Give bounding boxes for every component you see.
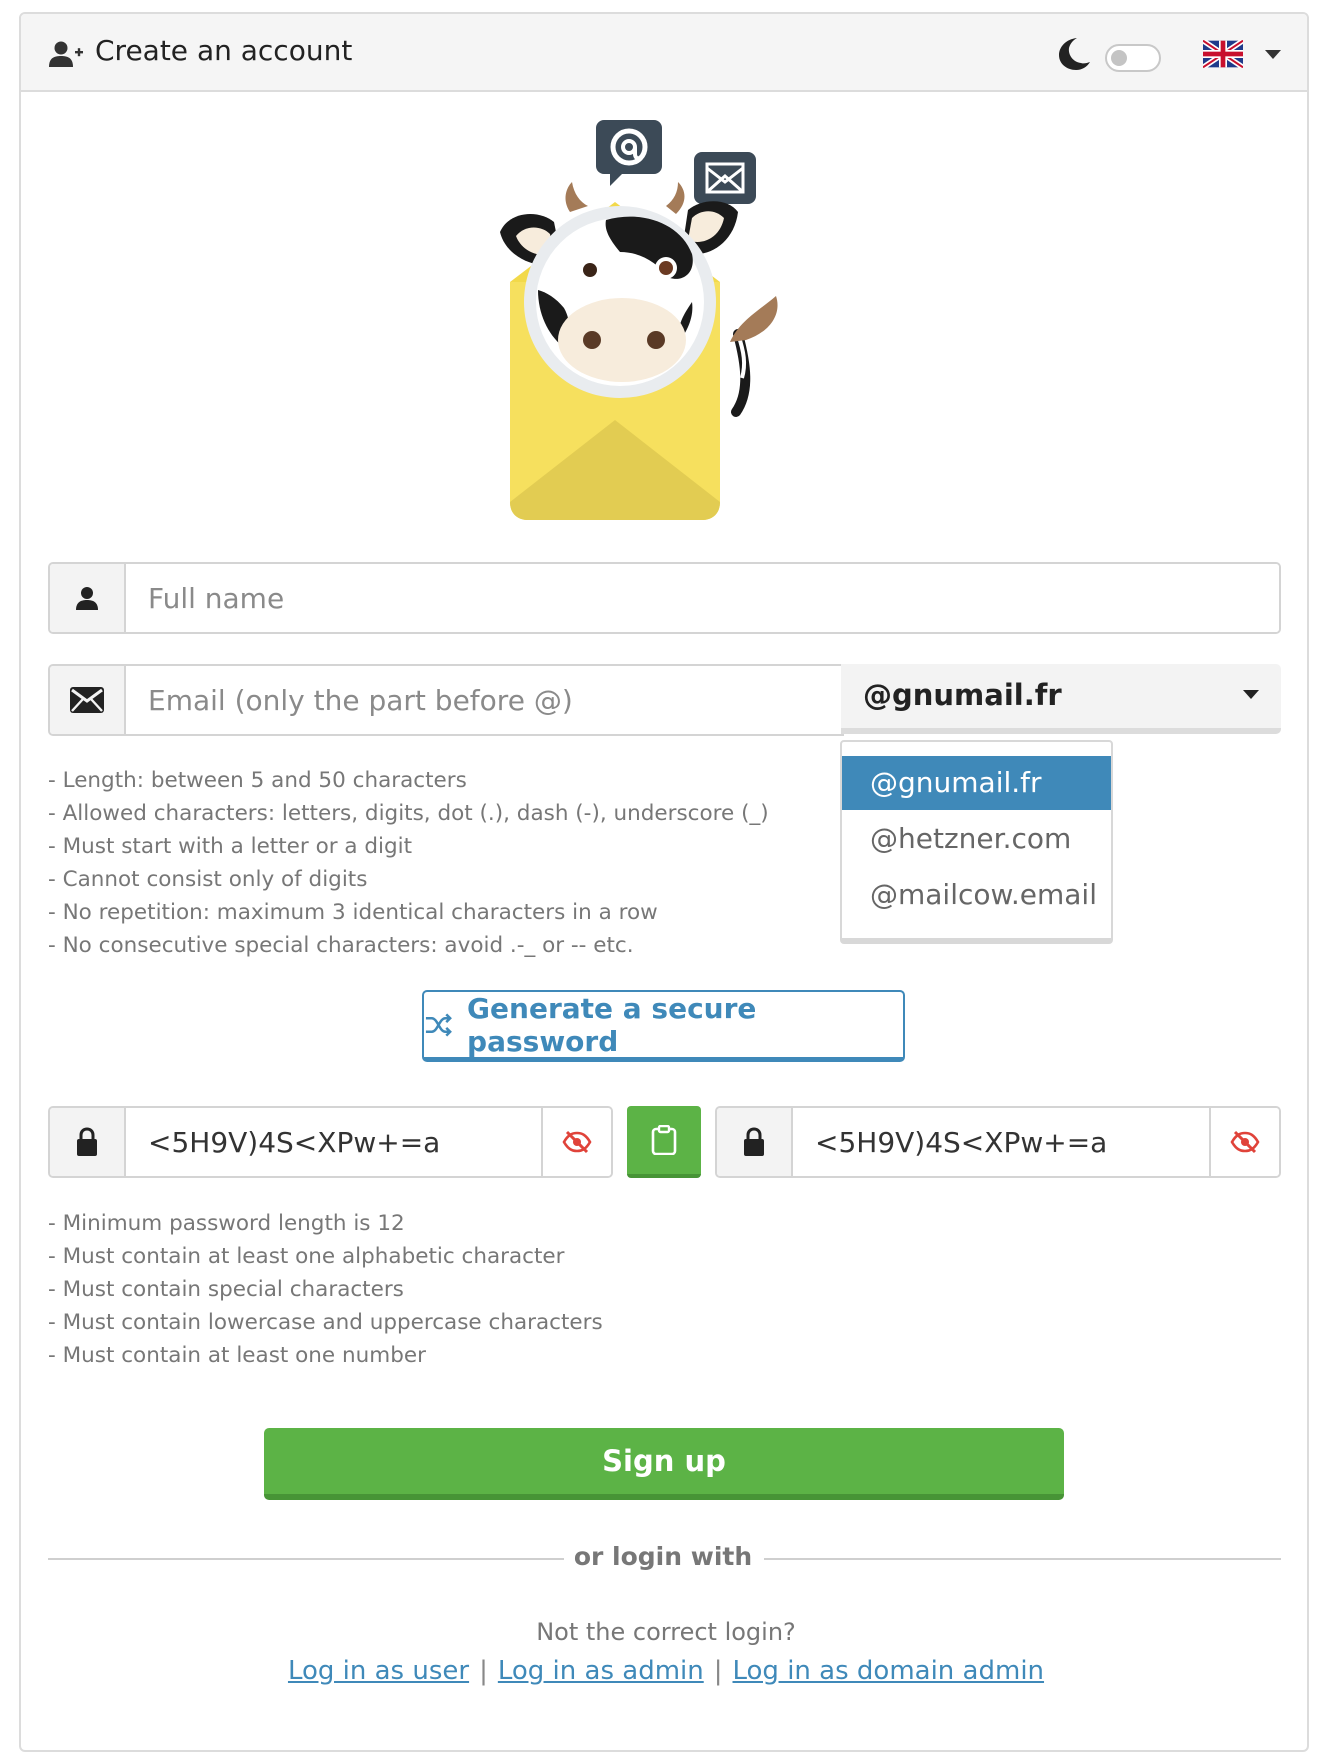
email-addon: [50, 666, 126, 734]
user-plus-icon: [49, 41, 83, 67]
eye-slash-icon: [562, 1130, 592, 1154]
show-password-confirm-toggle[interactable]: [1209, 1108, 1279, 1176]
hint-line: - Must contain at least one alphabetic c…: [48, 1244, 565, 1269]
login-as-domain-admin-link[interactable]: Log in as domain admin: [733, 1656, 1045, 1686]
clipboard-icon: [651, 1125, 677, 1155]
show-password-toggle[interactable]: [541, 1108, 611, 1176]
copy-password-button[interactable]: [627, 1106, 701, 1178]
login-as-user-link[interactable]: Log in as user: [288, 1656, 469, 1686]
hint-line: - Length: between 5 and 50 characters: [48, 768, 467, 793]
generate-password-label: Generate a secure password: [467, 991, 757, 1058]
hint-line: - Must contain lowercase and uppercase c…: [48, 1310, 603, 1335]
password-requirements: - Minimum password length is 12 - Must c…: [48, 1207, 603, 1372]
password-confirm-addon: [717, 1108, 793, 1176]
password-input[interactable]: [126, 1108, 541, 1176]
lock-icon: [77, 1127, 97, 1156]
domain-option[interactable]: @gnumail.fr: [842, 756, 1111, 810]
card-header: Create an account: [21, 14, 1307, 92]
domain-dropdown-menu: @gnumail.fr @hetzner.com @mailcow.email: [840, 740, 1113, 944]
sign-up-button[interactable]: Sign up: [264, 1428, 1064, 1500]
page-title: Create an account: [95, 34, 353, 67]
hint-line: - Allowed characters: letters, digits, d…: [48, 801, 769, 826]
login-as-admin-link[interactable]: Log in as admin: [498, 1656, 704, 1686]
domain-option[interactable]: @hetzner.com: [842, 812, 1111, 866]
login-links: Log in as user | Log in as admin | Log in as…: [0, 1656, 1332, 1686]
hint-line: - No repetition: maximum 3 identical cha…: [48, 900, 658, 925]
mailcow-logo: [500, 120, 778, 520]
domain-select[interactable]: @gnumail.fr: [841, 664, 1281, 734]
password-group: [48, 1106, 613, 1178]
email-group: [48, 664, 844, 736]
full-name-group: [48, 562, 1281, 634]
lock-icon: [744, 1127, 764, 1156]
at-bubble-icon: [596, 120, 662, 186]
eye-slash-icon: [1230, 1130, 1260, 1154]
language-caret-down-icon[interactable]: [1265, 50, 1281, 59]
hint-line: - Minimum password length is 12: [48, 1211, 405, 1236]
link-separator: |: [713, 1656, 723, 1686]
generate-password-button[interactable]: Generate a secure password: [422, 990, 905, 1062]
password-confirm-group: [715, 1106, 1281, 1178]
hint-line: - Must contain special characters: [48, 1277, 404, 1302]
divider-right: [764, 1558, 1281, 1560]
link-separator: |: [479, 1656, 488, 1686]
hint-line: - Cannot consist only of digits: [48, 867, 368, 892]
moon-icon[interactable]: [1057, 36, 1091, 72]
full-name-input[interactable]: [126, 564, 1279, 632]
hint-line: - No consecutive special characters: avo…: [48, 933, 634, 958]
dark-mode-toggle[interactable]: [1105, 44, 1161, 72]
hint-line: - Must start with a letter or a digit: [48, 834, 413, 859]
shuffle-icon: [425, 1012, 452, 1037]
password-confirm-input[interactable]: [793, 1108, 1209, 1176]
or-login-with-text: or login with: [573, 1542, 753, 1571]
chevron-down-icon: [1243, 690, 1259, 699]
user-icon: [76, 587, 98, 610]
hint-line: - Must contain at least one number: [48, 1343, 426, 1368]
full-name-addon: [50, 564, 126, 632]
not-correct-login-text: Not the correct login?: [536, 1618, 796, 1646]
domain-select-value: @gnumail.fr: [863, 678, 1062, 712]
email-requirements: - Length: between 5 and 50 characters - …: [48, 764, 769, 962]
uk-flag-icon[interactable]: [1203, 40, 1243, 68]
password-addon: [50, 1108, 126, 1176]
email-input[interactable]: [126, 666, 842, 734]
domain-option[interactable]: @mailcow.email: [842, 868, 1111, 922]
envelope-icon: [70, 687, 104, 713]
toggle-knob: [1111, 50, 1127, 66]
divider-left: [48, 1558, 564, 1560]
